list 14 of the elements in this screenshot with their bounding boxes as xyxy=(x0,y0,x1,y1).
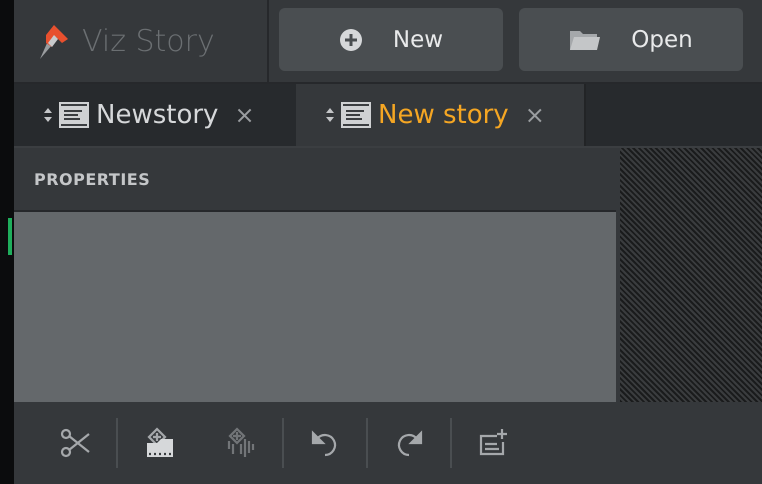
status-marker xyxy=(8,218,12,255)
story-tab[interactable]: New story × xyxy=(296,84,586,146)
scissors-icon[interactable] xyxy=(59,427,91,459)
film-document-icon xyxy=(58,101,90,129)
story-tab[interactable]: Newstory × xyxy=(14,84,296,146)
open-button[interactable]: Open xyxy=(519,8,743,71)
film-document-icon xyxy=(340,101,372,129)
sort-icon xyxy=(326,108,334,122)
new-button[interactable]: New xyxy=(279,8,503,71)
panel-title: PROPERTIES xyxy=(34,170,150,188)
plus-icon xyxy=(338,28,363,52)
sort-icon xyxy=(44,108,52,122)
close-icon[interactable]: × xyxy=(524,101,545,129)
close-icon[interactable]: × xyxy=(234,101,255,129)
